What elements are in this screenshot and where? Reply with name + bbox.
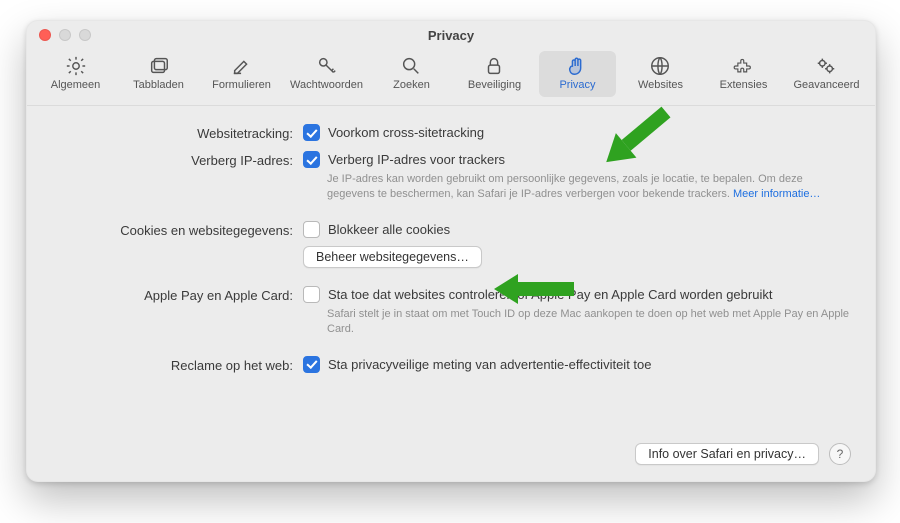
label-website-tracking: Websitetracking: (53, 124, 293, 141)
zoom-window-button[interactable] (79, 29, 91, 41)
checkbox-allow-apple-pay-check[interactable] (303, 286, 320, 303)
tab-label: Beveiliging (468, 79, 521, 91)
tab-label: Extensies (720, 79, 768, 91)
link-more-info[interactable]: Meer informatie… (733, 188, 820, 200)
minimize-window-button[interactable] (59, 29, 71, 41)
tab-security[interactable]: Beveiliging (456, 51, 533, 97)
label-cookies: Cookies en websitegegevens: (53, 221, 293, 238)
hand-icon (565, 55, 589, 77)
label-hide-ip: Verberg IP-adres: (53, 151, 293, 168)
tab-general[interactable]: Algemeen (37, 51, 114, 97)
tab-label: Wachtwoorden (290, 79, 363, 91)
help-apple-pay: Safari stelt je in staat om met Touch ID… (303, 307, 849, 338)
checkbox-label: Verberg IP-adres voor trackers (328, 152, 505, 167)
tab-label: Websites (638, 79, 683, 91)
checkbox-prevent-cross-site-tracking[interactable] (303, 124, 320, 141)
titlebar: Privacy (27, 21, 875, 49)
label-apple-pay: Apple Pay en Apple Card: (53, 286, 293, 303)
privacy-pane: Websitetracking: Voorkom cross-sitetrack… (27, 106, 875, 393)
lock-icon (482, 55, 506, 77)
checkbox-label: Sta privacyveilige meting van advertenti… (328, 357, 651, 372)
window-controls (39, 29, 91, 41)
footer: Info over Safari en privacy… ? (635, 443, 851, 465)
tab-extensions[interactable]: Extensies (705, 51, 782, 97)
tab-label: Tabbladen (133, 79, 184, 91)
checkbox-label: Blokkeer alle cookies (328, 222, 450, 237)
gears-icon (814, 55, 838, 77)
tab-tabs[interactable]: Tabbladen (120, 51, 197, 97)
help-button[interactable]: ? (829, 443, 851, 465)
preferences-toolbar: Algemeen Tabbladen Formulieren Wachtwoor… (27, 49, 875, 106)
magnify-icon (399, 55, 423, 77)
tab-websites[interactable]: Websites (622, 51, 699, 97)
tab-label: Privacy (559, 79, 595, 91)
tab-search[interactable]: Zoeken (373, 51, 450, 97)
about-safari-privacy-button[interactable]: Info over Safari en privacy… (635, 443, 819, 465)
tab-label: Formulieren (212, 79, 271, 91)
checkbox-label: Sta toe dat websites controleren of Appl… (328, 287, 772, 302)
label-web-ads: Reclame op het web: (53, 356, 293, 373)
tab-privacy[interactable]: Privacy (539, 51, 616, 97)
key-icon (315, 55, 339, 77)
help-hide-ip: Je IP-adres kan worden gebruikt om perso… (303, 172, 849, 203)
tab-label: Geavanceerd (793, 79, 859, 91)
checkbox-hide-ip-from-trackers[interactable] (303, 151, 320, 168)
pen-icon (230, 55, 254, 77)
close-window-button[interactable] (39, 29, 51, 41)
checkbox-ad-measurement[interactable] (303, 356, 320, 373)
checkbox-label: Voorkom cross-sitetracking (328, 125, 484, 140)
tab-label: Zoeken (393, 79, 430, 91)
tab-passwords[interactable]: Wachtwoorden (286, 51, 367, 97)
tab-label: Algemeen (51, 79, 101, 91)
puzzle-icon (731, 55, 755, 77)
checkbox-block-all-cookies[interactable] (303, 221, 320, 238)
tab-advanced[interactable]: Geavanceerd (788, 51, 865, 97)
globe-icon (648, 55, 672, 77)
preferences-window: Privacy Algemeen Tabbladen Formulie (26, 20, 876, 482)
tab-autofill[interactable]: Formulieren (203, 51, 280, 97)
window-title: Privacy (428, 28, 474, 43)
tabs-icon (147, 55, 171, 77)
manage-website-data-button[interactable]: Beheer websitegegevens… (303, 246, 482, 268)
gear-icon (64, 55, 88, 77)
